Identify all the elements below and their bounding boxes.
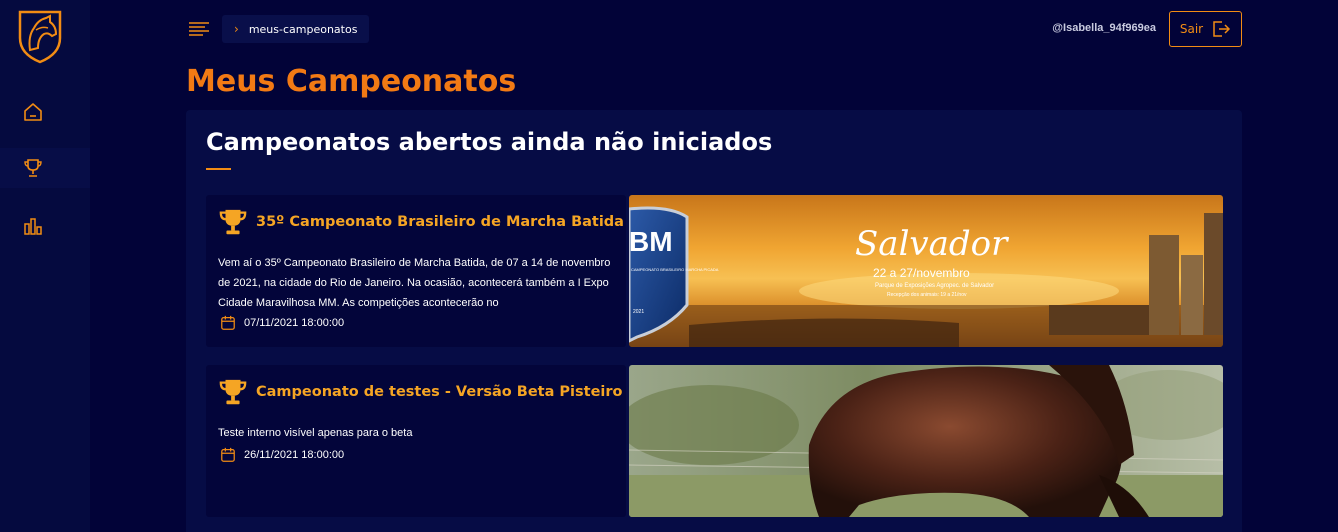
trophy-icon <box>24 159 42 177</box>
banner-city: Salvador <box>855 224 1009 264</box>
sidebar-item-home[interactable] <box>0 92 78 132</box>
sidebar-item-campeonatos[interactable] <box>0 148 90 188</box>
card-description: Teste interno visível apenas para o beta <box>218 427 413 439</box>
championship-card[interactable]: Campeonato de testes - Versão Beta Piste… <box>206 365 1223 517</box>
logout-icon <box>1213 21 1231 37</box>
breadcrumb-current[interactable]: meus-campeonatos <box>249 23 358 36</box>
logout-label: Sair <box>1179 22 1204 36</box>
sidebar-item-stats[interactable] <box>0 206 78 246</box>
card-date: 07/11/2021 18:00:00 <box>220 315 344 331</box>
logout-button[interactable]: Sair <box>1169 11 1242 47</box>
calendar-icon <box>221 447 235 462</box>
championship-card[interactable]: 35º Campeonato Brasileiro de Marcha Bati… <box>206 195 1223 347</box>
banner-venue: Parque de Exposições Agropec. de Salvado… <box>875 283 994 289</box>
banner-badge-year: 2021 <box>633 309 644 315</box>
card-description: Vem aí o 35º Campeonato Brasileiro de Ma… <box>218 257 611 309</box>
section-underline <box>206 168 231 170</box>
home-icon <box>24 103 42 121</box>
username: @Isabella_94f969ea <box>1052 22 1156 34</box>
banner-reception: Recepção dos animais: 19 a 21/nov <box>887 292 967 298</box>
championship-banner-image[interactable] <box>629 365 1223 517</box>
card-title[interactable]: Campeonato de testes - Versão Beta Piste… <box>256 384 623 400</box>
menu-lines-icon <box>189 22 209 36</box>
menu-toggle-button[interactable] <box>184 15 214 43</box>
card-title[interactable]: 35º Campeonato Brasileiro de Marcha Bati… <box>256 214 624 230</box>
trophy-icon <box>219 209 247 235</box>
section-title: Campeonatos abertos ainda não iniciados <box>206 128 773 156</box>
banner-badge-sub: CAMPEONATO BRASILEIRO MARCHA PICADA <box>631 267 719 272</box>
card-date-text: 26/11/2021 18:00:00 <box>244 449 345 461</box>
breadcrumb: › meus-campeonatos <box>222 15 370 43</box>
horse-head-logo[interactable] <box>14 8 66 64</box>
chevron-right-icon: › <box>234 22 239 36</box>
page-title: Meus Campeonatos <box>186 64 517 99</box>
card-date-text: 07/11/2021 18:00:00 <box>244 317 345 329</box>
sidebar <box>0 0 90 532</box>
card-info: 35º Campeonato Brasileiro de Marcha Bati… <box>206 195 626 347</box>
calendar-icon <box>221 315 235 330</box>
card-date: 26/11/2021 18:00:00 <box>220 447 344 463</box>
banner-badge: BM <box>629 226 673 257</box>
card-info: Campeonato de testes - Versão Beta Piste… <box>206 365 626 517</box>
banner-dates: 22 a 27/novembro <box>873 266 970 280</box>
bar-chart-icon <box>24 218 42 235</box>
championship-banner-image[interactable]: BM CAMPEONATO BRASILEIRO MARCHA PICADA 2… <box>629 195 1223 347</box>
trophy-icon <box>219 379 247 405</box>
championships-panel: Campeonatos abertos ainda não iniciados … <box>186 110 1242 532</box>
